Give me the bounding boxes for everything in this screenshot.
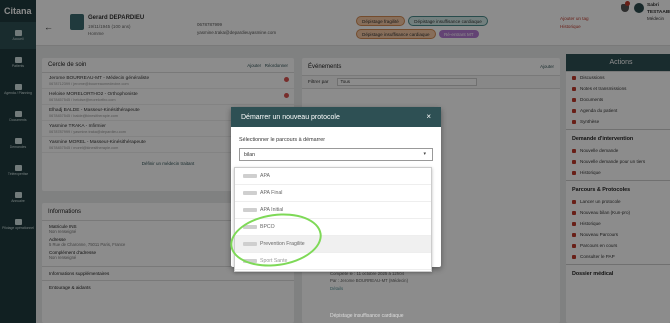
parcours-select[interactable]: bilan ▾ — [239, 148, 433, 161]
redacted-prefix — [243, 191, 257, 195]
event-title[interactable]: Dépistage insuffisance cardiaque — [330, 313, 404, 319]
option-label: APA Initial — [260, 207, 284, 213]
redacted-prefix — [243, 174, 257, 178]
modal-header: Démarrer un nouveau protocole × — [231, 107, 441, 127]
dropdown-option[interactable]: APA — [235, 168, 431, 185]
event-entry: Complété le : 11 octobre 2025 à 12h04 Pa… — [330, 270, 408, 292]
event-by: Par : Jerome BOURREAU-MT (Médecin) — [330, 278, 408, 284]
close-icon[interactable]: × — [426, 112, 431, 121]
event-details-link[interactable]: Détails — [330, 285, 408, 292]
chevron-down-icon: ▾ — [423, 151, 426, 157]
modal-title: Démarrer un nouveau protocole — [241, 113, 340, 121]
parcours-search-value: bilan — [244, 151, 255, 158]
redacted-prefix — [243, 208, 257, 212]
parcours-label: Sélectionner le parcours à démarrer — [239, 137, 325, 143]
option-label: APA — [260, 173, 270, 179]
dropdown-option[interactable]: APA Final — [235, 185, 431, 202]
option-label: APA Final — [260, 190, 283, 196]
